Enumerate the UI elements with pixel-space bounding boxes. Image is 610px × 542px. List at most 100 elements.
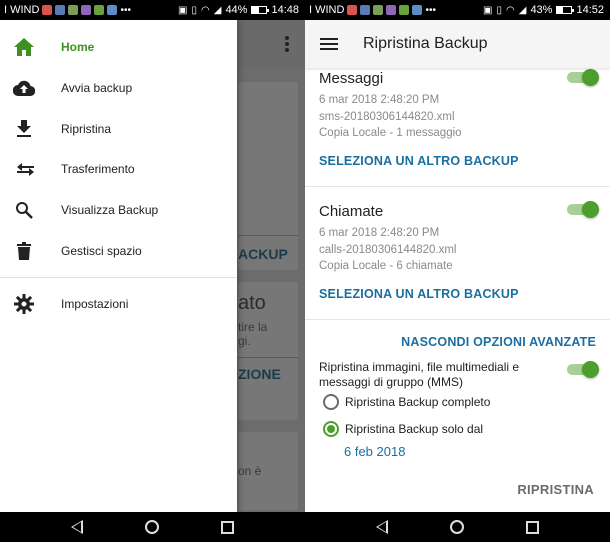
drawer-item-label: Trasferimento xyxy=(61,162,135,177)
drawer-item-manage-space[interactable]: Gestisci spazio xyxy=(0,230,237,271)
system-nav-bar xyxy=(0,512,305,542)
home-circle-icon[interactable] xyxy=(145,520,159,534)
section-divider xyxy=(305,319,610,320)
download-icon xyxy=(12,117,36,141)
back-icon[interactable] xyxy=(376,520,388,534)
notification-icon xyxy=(412,5,423,15)
notification-icon xyxy=(386,5,397,15)
more-notifications-icon: ••• xyxy=(120,4,131,16)
drawer-item-label: Home xyxy=(61,40,95,55)
background-card xyxy=(238,82,298,270)
calls-date: 6 mar 2018 2:48:20 PM xyxy=(319,227,440,239)
battery-icon xyxy=(556,6,575,14)
drawer-item-transfer[interactable]: Trasferimento xyxy=(0,149,237,190)
drawer-item-home[interactable]: Home xyxy=(0,27,237,68)
background-body-text: gi. xyxy=(238,334,251,348)
search-icon xyxy=(12,198,36,222)
left-screen: I WIND ••• ▣ ▯ ◠ ◢ 44% 14:48 ACKUP ato t… xyxy=(0,0,305,542)
carrier-label: I WIND xyxy=(4,4,40,16)
radio-button[interactable] xyxy=(323,394,339,410)
notification-icon xyxy=(68,5,79,15)
mms-toggle[interactable] xyxy=(567,361,599,378)
background-divider xyxy=(238,235,298,236)
wifi-icon: ◠ xyxy=(201,4,210,16)
hide-advanced-options-link[interactable]: NASCONDI OPZIONI AVANZATE xyxy=(401,335,596,349)
carrier-label: I WIND xyxy=(309,4,345,16)
drawer-item-restore[interactable]: Ripristina xyxy=(0,108,237,149)
drawer-item-view-backups[interactable]: Visualizza Backup xyxy=(0,190,237,231)
app-bar: Ripristina Backup xyxy=(305,20,610,68)
drawer-item-label: Visualizza Backup xyxy=(61,203,159,218)
notification-icon xyxy=(107,5,118,15)
home-circle-icon[interactable] xyxy=(450,520,464,534)
radio-label: Ripristina Backup completo xyxy=(345,395,491,409)
messages-info: Copia Locale - 1 messaggio xyxy=(319,127,462,139)
background-title-text: ato xyxy=(238,292,266,314)
mms-option-line: messaggi di gruppo (MMS) xyxy=(319,375,464,389)
radio-button[interactable] xyxy=(323,421,339,437)
system-nav-bar xyxy=(305,512,610,542)
signal-icon: ◢ xyxy=(213,4,222,16)
radio-full-backup[interactable]: Ripristina Backup completo xyxy=(323,394,490,410)
calls-select-backup-link[interactable]: SELEZIONA UN ALTRO BACKUP xyxy=(319,287,610,301)
cloud-upload-icon xyxy=(12,76,36,100)
clock: 14:52 xyxy=(576,4,604,16)
calls-file: calls-20180306144820.xml xyxy=(319,243,457,256)
right-screen: I WIND ••• ▣ ▯ ◠ ◢ 43% 14:52 Ripristina … xyxy=(305,0,610,542)
drawer-item-label: Ripristina xyxy=(61,121,112,136)
calls-info: Copia Locale - 6 chiamate xyxy=(319,260,453,272)
navigation-drawer: Home Avvia backup Ripristina Trasferimen… xyxy=(0,20,237,512)
messages-file: sms-20180306144820.xml xyxy=(319,110,455,123)
drawer-item-settings[interactable]: Impostazioni xyxy=(0,284,237,325)
battery-percent: 43% xyxy=(530,4,553,16)
status-bar: I WIND ••• ▣ ▯ ◠ ◢ 44% 14:48 xyxy=(0,0,305,20)
recents-icon[interactable] xyxy=(221,520,234,534)
messages-select-backup-link[interactable]: SELEZIONA UN ALTRO BACKUP xyxy=(319,154,610,168)
messages-section: Messaggi 6 mar 2018 2:48:20 PM sms-20180… xyxy=(305,70,610,168)
drawer-item-label: Impostazioni xyxy=(61,297,129,312)
signal-icon: ◢ xyxy=(518,4,527,16)
messages-toggle[interactable] xyxy=(567,69,599,86)
transfer-icon xyxy=(12,157,36,181)
calls-section: Chiamate 6 mar 2018 2:48:20 PM calls-201… xyxy=(305,203,610,301)
vibrate-icon: ▯ xyxy=(496,4,502,16)
menu-icon[interactable] xyxy=(320,35,338,53)
radio-backup-since[interactable]: Ripristina Backup solo dal xyxy=(323,421,483,437)
nfc-icon: ▣ xyxy=(483,4,493,16)
mms-option-line: Ripristina immagini, file multimediali e xyxy=(319,360,520,374)
home-icon xyxy=(12,35,36,59)
notification-icon xyxy=(373,5,384,15)
calls-toggle[interactable] xyxy=(567,201,599,218)
background-body-text: on è xyxy=(238,464,262,478)
notification-icon xyxy=(94,5,105,15)
notification-icon xyxy=(399,5,410,15)
more-notifications-icon: ••• xyxy=(425,4,436,16)
page-title: Ripristina Backup xyxy=(363,35,488,52)
gear-icon xyxy=(12,292,36,316)
mms-option-label: Ripristina immagini, file multimediali e… xyxy=(319,360,519,390)
notification-icon xyxy=(81,5,92,15)
battery-percent: 44% xyxy=(225,4,248,16)
since-date-picker[interactable]: 6 feb 2018 xyxy=(344,444,405,459)
notification-icon xyxy=(347,5,358,15)
messages-date: 6 mar 2018 2:48:20 PM xyxy=(319,94,440,106)
background-button-text: ZIONE xyxy=(238,366,281,382)
restore-content: Messaggi 6 mar 2018 2:48:20 PM sms-20180… xyxy=(305,68,610,512)
radio-label: Ripristina Backup solo dal xyxy=(345,422,484,436)
restore-button[interactable]: RIPRISTINA xyxy=(517,482,594,497)
overflow-menu-icon xyxy=(285,36,289,54)
clock: 14:48 xyxy=(271,4,299,16)
background-button-text: ACKUP xyxy=(238,246,288,262)
drawer-divider xyxy=(0,277,237,279)
notification-icon xyxy=(42,5,53,15)
drawer-item-label: Avvia backup xyxy=(61,81,133,96)
drawer-item-start-backup[interactable]: Avvia backup xyxy=(0,68,237,109)
nfc-icon: ▣ xyxy=(178,4,188,16)
notification-icon xyxy=(360,5,371,15)
status-bar: I WIND ••• ▣ ▯ ◠ ◢ 43% 14:52 xyxy=(305,0,610,20)
vibrate-icon: ▯ xyxy=(191,4,197,16)
recents-icon[interactable] xyxy=(526,520,539,534)
back-icon[interactable] xyxy=(71,520,83,534)
background-divider xyxy=(238,357,298,358)
wifi-icon: ◠ xyxy=(506,4,515,16)
